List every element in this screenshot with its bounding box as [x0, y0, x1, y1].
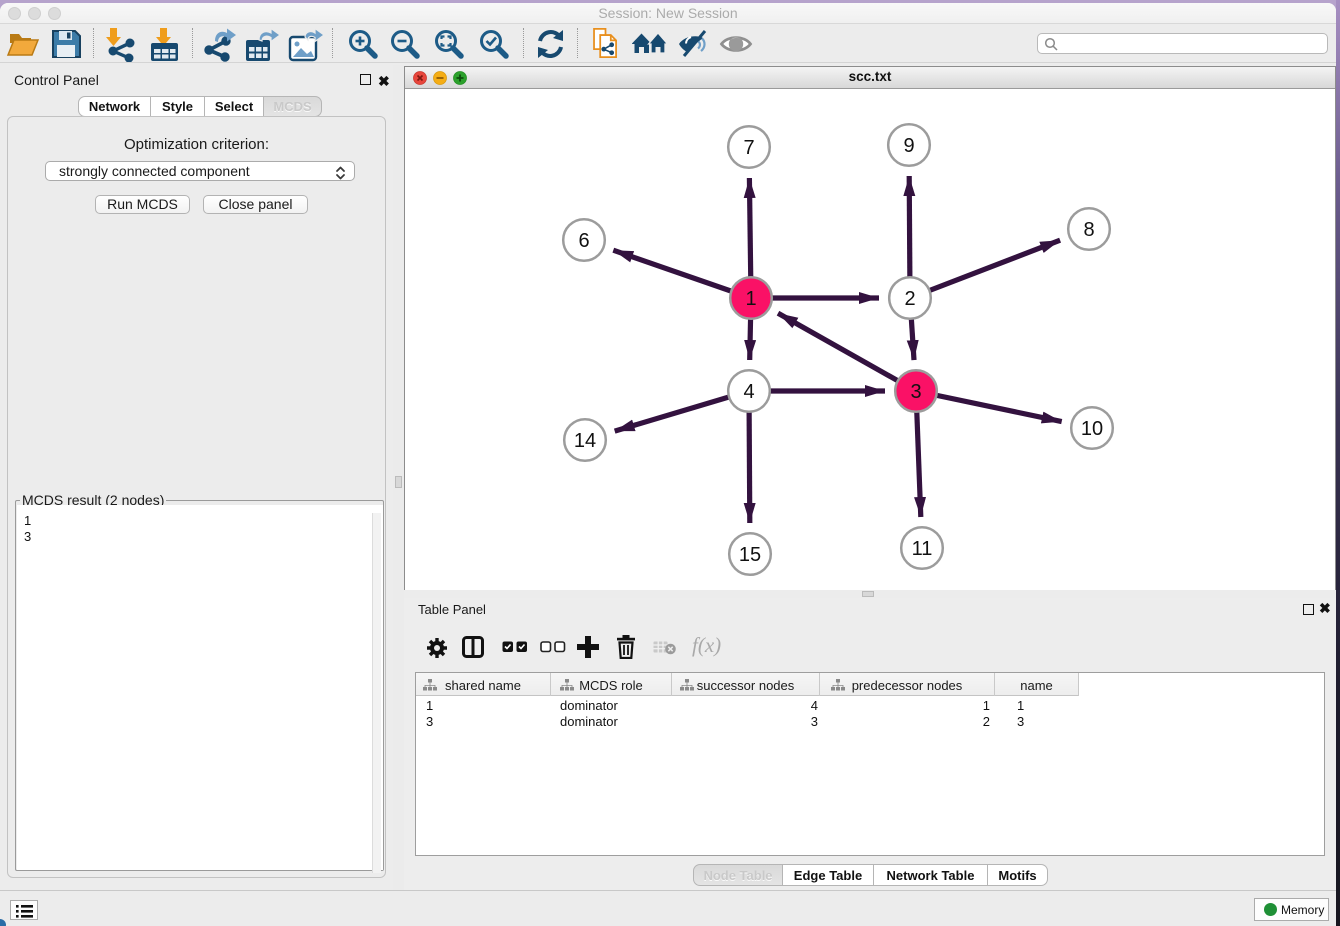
svg-text:2: 2 — [904, 288, 915, 310]
svg-text:7: 7 — [743, 137, 754, 159]
svg-text:4: 4 — [743, 381, 754, 403]
svg-text:8: 8 — [1083, 219, 1094, 241]
svg-text:3: 3 — [910, 381, 921, 403]
svg-text:14: 14 — [574, 430, 596, 452]
svg-text:11: 11 — [912, 538, 933, 560]
svg-text:10: 10 — [1081, 418, 1103, 440]
svg-text:1: 1 — [745, 288, 756, 310]
svg-text:15: 15 — [739, 544, 761, 566]
svg-text:6: 6 — [578, 230, 589, 252]
svg-text:9: 9 — [903, 135, 914, 157]
